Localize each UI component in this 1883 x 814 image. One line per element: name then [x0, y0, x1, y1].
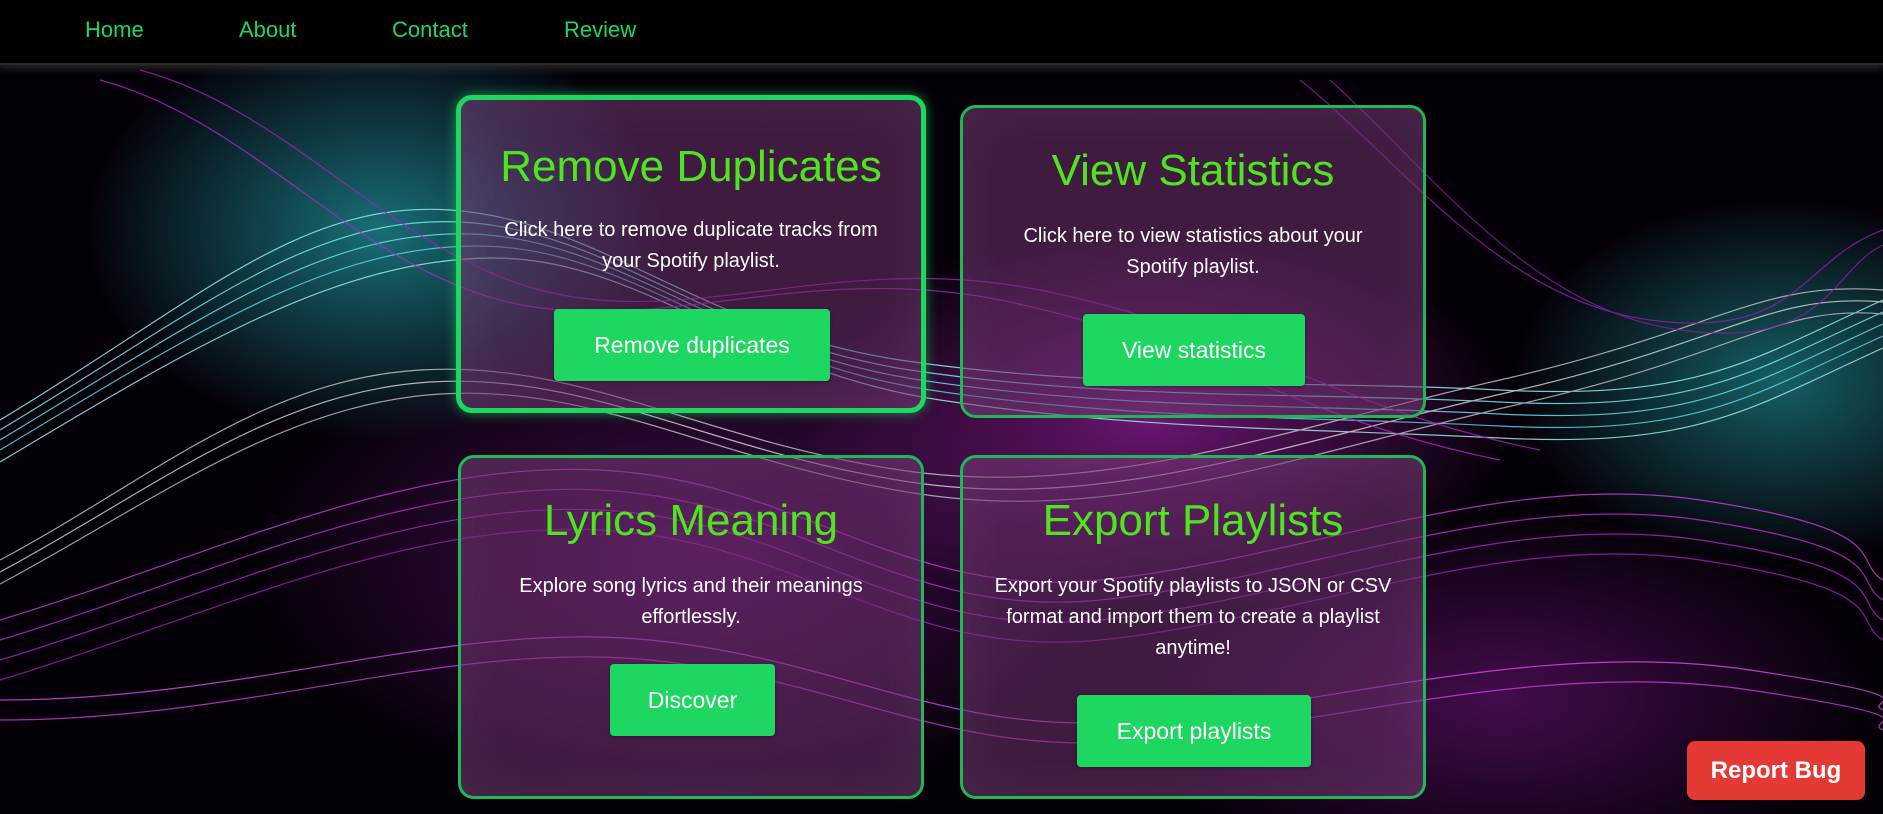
view-statistics-title: View Statistics	[1051, 146, 1335, 195]
nav-link-about[interactable]: About	[239, 17, 297, 43]
nav-link-home[interactable]: Home	[85, 17, 144, 43]
export-playlists-title: Export Playlists	[1042, 496, 1344, 545]
export-playlists-button[interactable]: Export playlists	[1077, 695, 1311, 767]
remove-duplicates-description: Click here to remove duplicate tracks fr…	[504, 219, 878, 272]
lyrics-meaning-description: Explore song lyrics and their meanings e…	[519, 575, 863, 628]
view-statistics-card: View Statistics Click here to view stati…	[960, 105, 1426, 418]
remove-duplicates-title: Remove Duplicates	[500, 142, 882, 191]
lyrics-meaning-card: Lyrics Meaning Explore song lyrics and t…	[458, 455, 924, 799]
view-statistics-button[interactable]: View statistics	[1083, 314, 1305, 386]
top-navbar: Home About Contact Review	[0, 0, 1883, 65]
report-bug-button[interactable]: Report Bug	[1687, 741, 1865, 800]
nav-link-contact[interactable]: Contact	[392, 17, 468, 43]
page: Home About Contact Review Remove Duplica…	[0, 0, 1883, 814]
remove-duplicates-button[interactable]: Remove duplicates	[554, 309, 830, 381]
background-waves	[0, 69, 1883, 744]
export-playlists-card: Export Playlists Export your Spotify pla…	[960, 455, 1426, 799]
discover-button[interactable]: Discover	[610, 664, 775, 736]
lyrics-meaning-title: Lyrics Meaning	[543, 496, 839, 545]
view-statistics-description: Click here to view statistics about your…	[1023, 225, 1363, 278]
export-playlists-description: Export your Spotify playlists to JSON or…	[994, 575, 1392, 659]
remove-duplicates-card: Remove Duplicates Click here to remove d…	[456, 95, 926, 413]
nav-link-review[interactable]: Review	[564, 17, 636, 43]
